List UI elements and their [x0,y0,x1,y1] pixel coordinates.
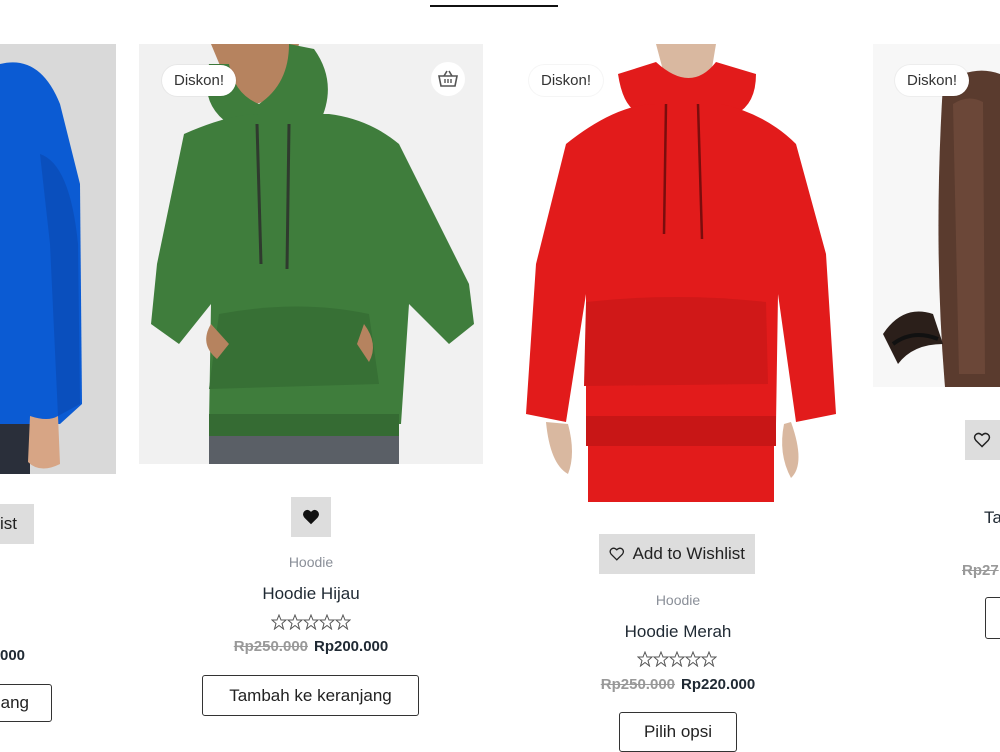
wishlist-label: Add to Wishlist [632,544,745,563]
price-original: Rp250.000 [233,638,308,655]
select-options-label: Pilih opsi [643,722,713,741]
product-image[interactable] [0,44,116,474]
basket-icon[interactable] [431,62,465,96]
product-price: 000 [0,647,26,664]
heart-outline-icon [609,547,625,561]
discount-badge: Diskon! [895,65,970,96]
add-to-cart-button[interactable] [985,597,1000,639]
heart-filled-icon [303,509,319,525]
product-price: Rp27 [962,562,999,579]
product-title[interactable]: Ta [984,508,1000,528]
add-to-cart-label: Tambah ke keranjang [229,685,392,705]
wishlist-label: ist [0,514,17,533]
price-sale: Rp200.000 [314,638,389,655]
rating-stars [271,614,351,630]
add-to-cart-label: ang [0,693,29,712]
product-category[interactable]: Hoodie [139,554,483,570]
add-to-cart-button[interactable]: ang [0,684,52,722]
product-title[interactable]: Hoodie Merah [506,622,850,642]
discount-badge: Diskon! [529,65,604,96]
product-price: Rp250.000 Rp200.000 [139,638,483,655]
heart-outline-icon [973,432,991,448]
product-image[interactable] [139,44,483,464]
price-sale: Rp220.000 [681,676,756,693]
product-image[interactable] [506,44,850,502]
discount-badge: Diskon! [162,65,237,96]
add-to-wishlist-button[interactable]: ist [0,504,34,544]
rating-stars [637,651,717,667]
add-to-wishlist-button[interactable]: Add to Wishlist [599,534,755,574]
product-title[interactable]: Hoodie Hijau [139,584,483,604]
product-category[interactable]: Hoodie [506,592,850,608]
add-to-wishlist-button[interactable] [965,420,1000,460]
select-options-button[interactable]: Pilih opsi [619,712,737,752]
section-heading-underline [430,5,558,7]
product-price: Rp250.000 Rp220.000 [506,676,850,693]
wishlist-added-button[interactable] [291,497,331,537]
price-original: Rp250.000 [600,676,675,693]
add-to-cart-button[interactable]: Tambah ke keranjang [202,675,419,716]
